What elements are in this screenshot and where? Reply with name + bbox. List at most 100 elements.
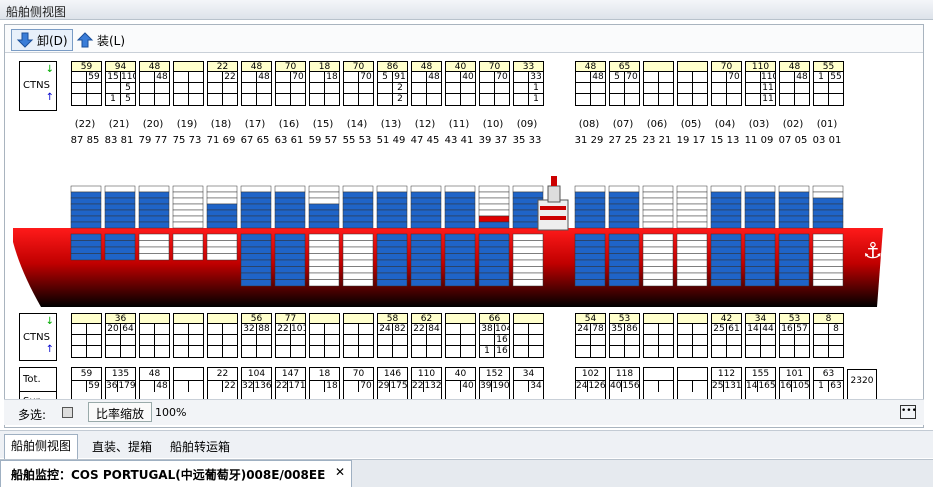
deck-container-slot[interactable] [642,203,674,211]
deck-container-slot[interactable] [478,221,510,229]
deck-container-slot[interactable] [206,215,238,223]
hold-bay-cell[interactable]: 7722101 [275,313,306,358]
hold-container-slot[interactable] [512,259,544,267]
deck-bay-cell[interactable]: 70 70 [275,61,306,106]
hold-container-slot[interactable] [812,272,844,280]
hold-container-slot[interactable] [710,246,742,254]
deck-bay-cell[interactable]: 48 48 [241,61,272,106]
deck-container-slot[interactable] [70,209,102,217]
deck-container-slot[interactable] [410,203,442,211]
hold-container-slot[interactable] [478,266,510,274]
hold-container-slot[interactable] [308,279,340,287]
hold-container-slot[interactable] [608,272,640,280]
deck-container-slot[interactable] [70,203,102,211]
hold-container-slot[interactable] [744,233,776,241]
deck-container-slot[interactable] [710,203,742,211]
deck-container-slot[interactable] [70,185,102,193]
hold-container-slot[interactable] [342,259,374,267]
hold-container-slot[interactable] [104,233,136,241]
deck-container-slot[interactable] [104,215,136,223]
deck-container-slot[interactable] [308,215,340,223]
hold-container-slot[interactable] [104,246,136,254]
hold-container-slot[interactable] [676,279,708,287]
hold-container-slot[interactable] [240,233,272,241]
deck-container-slot[interactable] [104,221,136,229]
hold-container-slot[interactable] [308,266,340,274]
hold-container-slot[interactable] [608,240,640,248]
deck-container-slot[interactable] [812,191,844,199]
hold-container-slot[interactable] [138,253,170,261]
deck-container-slot[interactable] [676,197,708,205]
deck-bay-cell[interactable] [173,61,204,106]
deck-container-slot[interactable] [710,191,742,199]
deck-container-slot[interactable] [574,191,606,199]
deck-container-slot[interactable] [240,215,272,223]
deck-container-slot[interactable] [574,215,606,223]
hold-container-slot[interactable] [308,253,340,261]
hold-container-slot[interactable] [608,266,640,274]
hold-container-slot[interactable] [478,233,510,241]
deck-container-slot[interactable] [478,203,510,211]
hold-container-slot[interactable] [642,253,674,261]
hold-container-slot[interactable] [710,279,742,287]
hold-container-slot[interactable] [778,266,810,274]
hold-bay-cell[interactable] [445,313,476,358]
hold-container-slot[interactable] [444,266,476,274]
deck-container-slot[interactable] [676,191,708,199]
hold-container-slot[interactable] [574,240,606,248]
hold-container-slot[interactable] [676,253,708,261]
hold-container-slot[interactable] [172,240,204,248]
deck-container-slot[interactable] [172,215,204,223]
hold-container-slot[interactable] [478,279,510,287]
hold-bay-cell[interactable] [309,313,340,358]
hold-container-slot[interactable] [308,259,340,267]
hold-container-slot[interactable] [308,240,340,248]
deck-container-slot[interactable] [70,197,102,205]
hold-container-slot[interactable] [342,233,374,241]
hold-container-slot[interactable] [812,259,844,267]
hold-container-slot[interactable] [410,246,442,254]
hold-bay-cell[interactable] [513,313,544,358]
hold-container-slot[interactable] [512,253,544,261]
hold-container-slot[interactable] [574,279,606,287]
deck-container-slot[interactable] [410,191,442,199]
hold-container-slot[interactable] [172,253,204,261]
deck-container-slot[interactable] [642,185,674,193]
deck-container-slot[interactable] [744,191,776,199]
hold-container-slot[interactable] [376,272,408,280]
hold-container-slot[interactable] [642,240,674,248]
deck-container-slot[interactable] [274,197,306,205]
hold-container-slot[interactable] [342,279,374,287]
hold-bay-cell[interactable]: 42 25 61 [711,313,742,358]
deck-container-slot[interactable] [478,185,510,193]
hold-container-slot[interactable] [744,240,776,248]
deck-bay-cell[interactable]: 55 1 55 [813,61,844,106]
deck-container-slot[interactable] [308,197,340,205]
hold-container-slot[interactable] [342,253,374,261]
hold-bay-cell[interactable] [343,313,374,358]
deck-container-slot[interactable] [138,221,170,229]
hold-container-slot[interactable] [676,272,708,280]
hold-container-slot[interactable] [410,240,442,248]
hold-container-slot[interactable] [574,259,606,267]
deck-container-slot[interactable] [70,191,102,199]
deck-container-slot[interactable] [206,191,238,199]
deck-bay-cell[interactable]: 40 40 [445,61,476,106]
deck-container-slot[interactable] [274,215,306,223]
hold-container-slot[interactable] [710,259,742,267]
deck-container-slot[interactable] [608,215,640,223]
close-icon[interactable]: ✕ [335,465,345,479]
deck-container-slot[interactable] [478,197,510,205]
hold-container-slot[interactable] [812,266,844,274]
deck-container-slot[interactable] [744,221,776,229]
deck-container-slot[interactable] [206,197,238,205]
deck-bay-cell[interactable]: 70 70 [343,61,374,106]
deck-container-slot[interactable] [342,221,374,229]
hold-container-slot[interactable] [478,272,510,280]
deck-container-slot[interactable] [308,203,340,211]
hold-bay-cell[interactable]: 663810416116 [479,313,510,358]
hold-container-slot[interactable] [410,266,442,274]
hold-container-slot[interactable] [778,272,810,280]
deck-container-slot[interactable] [410,221,442,229]
deck-container-slot[interactable] [138,185,170,193]
